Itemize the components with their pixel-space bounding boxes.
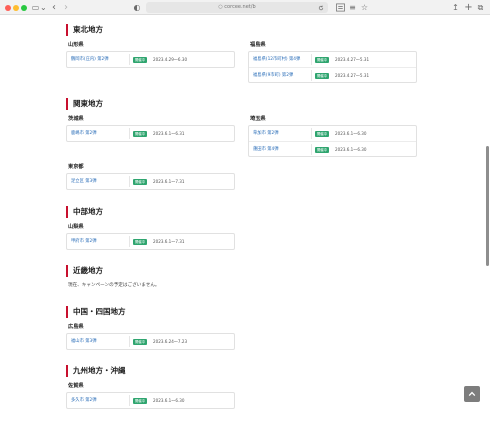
- campaign-card-hiroshima: 福山市 第3弾 開催中 2023.6.24〜7.23: [66, 333, 235, 350]
- prefecture-label-hiroshima: 広島県: [68, 324, 84, 330]
- campaign-period: 2023.6.1〜7.31: [153, 179, 185, 184]
- divider: [129, 236, 130, 247]
- campaign-row: 蓮田市 第4弾 開催中 2023.6.1〜6.30: [249, 141, 416, 156]
- shield-icon[interactable]: ◐: [133, 2, 141, 13]
- status-badge: 開催中: [133, 178, 148, 185]
- url-text: ○ corcee.net/b: [218, 4, 256, 10]
- campaign-link[interactable]: 甲府市 第2弾: [71, 234, 97, 249]
- back-icon[interactable]: ‹: [50, 2, 58, 13]
- region-heading-kyushu-okinawa: 九州地方・沖縄: [66, 365, 126, 377]
- zoom-window-icon[interactable]: [21, 4, 27, 11]
- region-heading-kinki: 近畿地方: [66, 265, 103, 277]
- campaign-link[interactable]: 草加市 第2弾: [253, 126, 279, 141]
- region-heading-tohoku: 東北地方: [66, 24, 103, 36]
- address-bar[interactable]: ○ corcee.net/b: [146, 2, 328, 13]
- back-to-top-button[interactable]: [464, 386, 480, 402]
- region-heading-chubu: 中部地方: [66, 206, 103, 218]
- campaign-row: 福島県(12市町村) 第4弾 開催中 2023.4.27〜5.31: [249, 52, 416, 67]
- prefecture-label-yamagata: 山形県: [68, 42, 84, 48]
- campaign-card-yamagata: 鶴岡市(庄内) 第2弾 開催中 2023.4.29〜6.30: [66, 51, 235, 68]
- campaign-row: 草加市 第2弾 開催中 2023.6.1〜6.30: [249, 126, 416, 141]
- campaign-link[interactable]: 福島県(9市町) 第2弾: [253, 68, 293, 83]
- prefecture-label-saitama: 埼玉県: [250, 116, 266, 122]
- divider: [311, 144, 312, 155]
- scrollbar-thumb[interactable]: [486, 146, 489, 266]
- campaign-link[interactable]: 足立区 第3弾: [71, 174, 97, 189]
- refresh-icon[interactable]: [318, 5, 324, 11]
- divider: [129, 128, 130, 139]
- divider: [311, 54, 312, 65]
- status-badge: 開催中: [133, 338, 148, 345]
- campaign-card-ibaraki: 鹿嶋市 第2弾 開催中 2023.6.1〜6.31: [66, 125, 235, 142]
- campaign-row: 福山市 第3弾 開催中 2023.6.24〜7.23: [67, 334, 234, 349]
- campaign-row: 甲府市 第2弾 開催中 2023.6.1〜7.31: [67, 234, 234, 249]
- divider: [311, 128, 312, 139]
- status-badge: 開催中: [133, 56, 148, 63]
- divider: [311, 70, 312, 81]
- new-tab-icon[interactable]: +: [464, 2, 473, 13]
- campaign-row: 足立区 第3弾 開催中 2023.6.1〜7.31: [67, 174, 234, 189]
- campaign-row: 鹿嶋市 第2弾 開催中 2023.6.1〜6.31: [67, 126, 234, 141]
- chevron-up-icon: [468, 391, 476, 397]
- status-badge: 開催中: [133, 397, 148, 404]
- page-content: 東北地方 山形県 鶴岡市(庄内) 第2弾 開催中 2023.4.29〜6.30 …: [0, 16, 490, 422]
- campaign-row: 福島県(9市町) 第2弾 開催中 2023.4.27〜5.31: [249, 67, 416, 82]
- campaign-card-fukushima: 福島県(12市町村) 第4弾 開催中 2023.4.27〜5.31 福島県(9市…: [248, 51, 417, 83]
- translate-icon[interactable]: [336, 3, 345, 12]
- campaign-link[interactable]: 福島県(12市町村) 第4弾: [253, 52, 300, 67]
- status-badge: 開催中: [315, 72, 330, 79]
- campaign-link[interactable]: 蓮田市 第4弾: [253, 142, 279, 157]
- campaign-link[interactable]: 鶴岡市(庄内) 第2弾: [71, 52, 109, 67]
- prefecture-label-ibaraki: 茨城県: [68, 116, 84, 122]
- reader-icon[interactable]: ≡: [348, 2, 357, 13]
- divider: [129, 54, 130, 65]
- close-window-icon[interactable]: [5, 4, 11, 11]
- campaign-link[interactable]: 多久市 第2弾: [71, 393, 97, 408]
- status-badge: 開催中: [133, 130, 148, 137]
- prefecture-label-yamanashi: 山梨県: [68, 224, 84, 230]
- campaign-period: 2023.6.1〜6.30: [153, 398, 185, 403]
- campaign-card-yamanashi: 甲府市 第2弾 開催中 2023.6.1〜7.31: [66, 233, 235, 250]
- region-heading-kanto: 関東地方: [66, 98, 103, 110]
- campaign-card-saitama: 草加市 第2弾 開催中 2023.6.1〜6.30 蓮田市 第4弾 開催中 20…: [248, 125, 417, 157]
- campaign-period: 2023.4.27〜5.31: [335, 57, 370, 62]
- share-icon[interactable]: ↥: [451, 2, 460, 13]
- forward-icon[interactable]: ›: [62, 2, 70, 13]
- campaign-period: 2023.6.1〜6.30: [335, 131, 367, 136]
- tabs-icon[interactable]: ⧉: [476, 2, 485, 13]
- campaign-link[interactable]: 鹿嶋市 第2弾: [71, 126, 97, 141]
- minimize-window-icon[interactable]: [13, 4, 19, 11]
- divider: [129, 395, 130, 406]
- status-badge: 開催中: [315, 146, 330, 153]
- campaign-card-saga: 多久市 第2弾 開催中 2023.6.1〜6.30: [66, 392, 235, 409]
- campaign-link[interactable]: 福山市 第3弾: [71, 334, 97, 349]
- campaign-row: 多久市 第2弾 開催中 2023.6.1〜6.30: [67, 393, 234, 408]
- prefecture-label-tokyo: 東京都: [68, 164, 84, 170]
- divider: [129, 176, 130, 187]
- campaign-row: 鶴岡市(庄内) 第2弾 開催中 2023.4.29〜6.30: [67, 52, 234, 67]
- divider: [129, 336, 130, 347]
- region-heading-chugoku-shikoku: 中国・四国地方: [66, 306, 126, 318]
- bookmark-icon[interactable]: ☆: [360, 2, 369, 13]
- status-badge: 開催中: [315, 130, 330, 137]
- status-badge: 開催中: [315, 56, 330, 63]
- campaign-period: 2023.4.27〜5.31: [335, 73, 370, 78]
- campaign-period: 2023.4.29〜6.30: [153, 57, 188, 62]
- status-badge: 開催中: [133, 238, 148, 245]
- browser-toolbar: ▭ ⌄ ‹ › ◐ ○ corcee.net/b ≡ ☆ ↥ + ⧉: [0, 0, 490, 15]
- campaign-period: 2023.6.1〜6.30: [335, 147, 367, 152]
- campaign-period: 2023.6.24〜7.23: [153, 339, 188, 344]
- campaign-period: 2023.6.1〜6.31: [153, 131, 185, 136]
- sidebar-icon[interactable]: ▭: [31, 2, 40, 13]
- campaign-card-tokyo: 足立区 第3弾 開催中 2023.6.1〜7.31: [66, 173, 235, 190]
- no-campaign-note: 現在、キャンペーンの予定はございません。: [68, 283, 160, 288]
- campaign-period: 2023.6.1〜7.31: [153, 239, 185, 244]
- prefecture-label-saga: 佐賀県: [68, 383, 84, 389]
- prefecture-label-fukushima: 福島県: [250, 42, 266, 48]
- chevron-down-icon[interactable]: ⌄: [40, 2, 47, 13]
